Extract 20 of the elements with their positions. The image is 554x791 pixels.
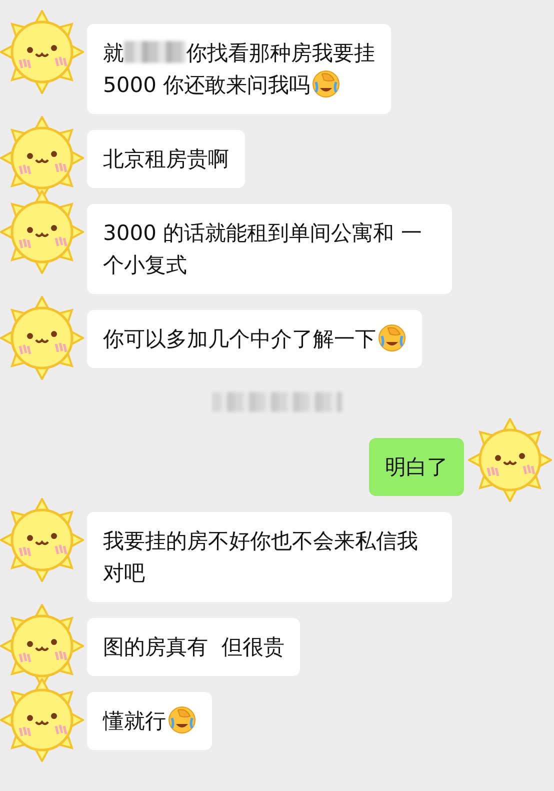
blurred-text <box>124 41 186 63</box>
message-text: 明白了 <box>385 455 448 479</box>
message-text: 你找看那种房我要挂 <box>186 41 375 65</box>
message-text: 就 <box>103 41 124 65</box>
facepalm-emoji-icon <box>168 706 196 734</box>
sun-avatar-icon[interactable] <box>0 296 84 380</box>
facepalm-emoji-icon <box>378 324 406 352</box>
message-text: 北京租房贵啊 <box>103 147 229 171</box>
sun-avatar-icon[interactable] <box>0 190 84 274</box>
message-text: 3000 的话就能租到单间公寓和 一个小复式 <box>103 221 422 277</box>
message-text: 你可以多加几个中介了解一下 <box>103 327 376 351</box>
facepalm-emoji-icon <box>312 70 340 98</box>
sun-avatar-icon[interactable] <box>0 498 84 582</box>
sun-avatar-icon[interactable] <box>0 678 84 762</box>
message-text: 5000 你还敢来问我吗 <box>103 73 310 97</box>
message-text: 图的房真有 但很贵 <box>103 635 284 659</box>
message-text: 我要挂的房不好你也不会来私信我对吧 <box>103 529 418 585</box>
sun-avatar-icon[interactable] <box>0 10 84 94</box>
message-text: 懂就行 <box>103 709 166 733</box>
sun-avatar-icon[interactable] <box>468 418 552 502</box>
